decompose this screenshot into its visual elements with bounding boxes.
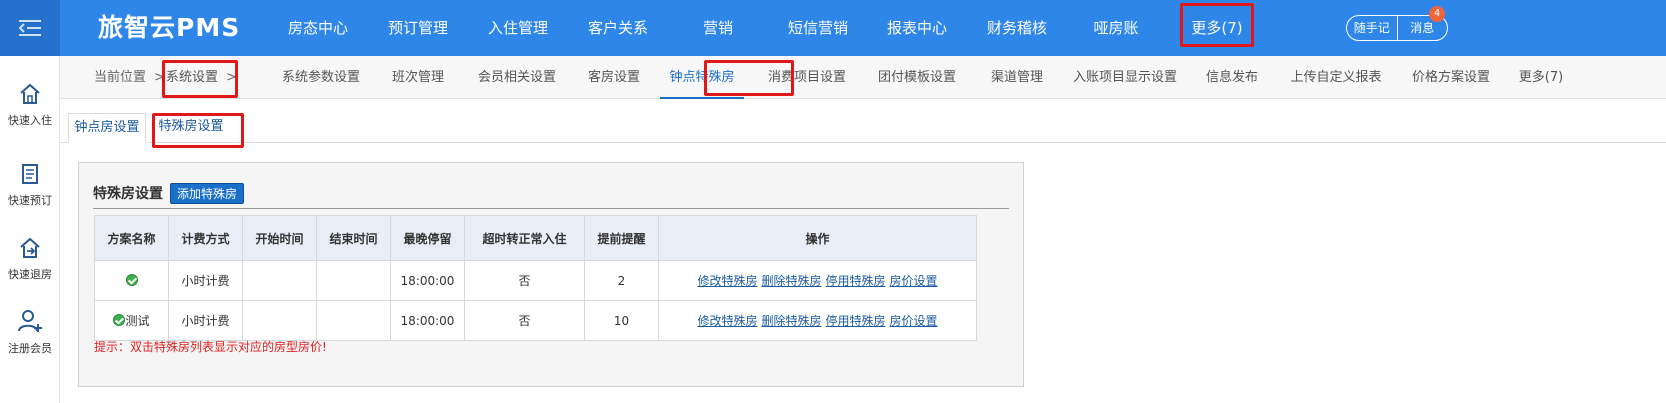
column-header: 结束时间 xyxy=(316,215,391,261)
room-price-settings-link[interactable]: 房价设置 xyxy=(890,274,938,288)
edit-special-room-link[interactable]: 修改特殊房 xyxy=(697,274,757,288)
document-icon xyxy=(22,164,38,184)
quick-sidebar: 快速入住 快速预订 快速退房 注册会员 xyxy=(0,56,60,403)
sidebar-item-quick-checkin[interactable]: 快速入住 xyxy=(0,82,60,152)
inner-tab-strip: 钟点房设置 特殊房设置 xyxy=(60,99,1666,143)
nav-marketing[interactable]: 营销 xyxy=(700,0,736,56)
cell-name-text: 测试 xyxy=(125,314,150,328)
nav-reports[interactable]: 报表中心 xyxy=(886,0,948,56)
add-special-room-button[interactable]: 添加特殊房 xyxy=(170,183,245,204)
notes-button[interactable]: 随手记 xyxy=(1347,16,1397,40)
home-icon xyxy=(20,83,40,104)
column-header: 方案名称 xyxy=(94,215,169,261)
tab-info-publish[interactable]: 信息发布 xyxy=(1206,56,1258,99)
cell-overtime: 否 xyxy=(464,260,585,301)
enabled-check-icon xyxy=(125,273,138,286)
enabled-check-icon xyxy=(113,314,126,326)
tab-system-params[interactable]: 系统参数设置 xyxy=(282,56,360,99)
column-header: 操作 xyxy=(658,215,977,261)
app-brand: 旅智云PMS xyxy=(98,13,241,42)
tab-special-room-settings[interactable]: 特殊房设置 xyxy=(152,113,230,143)
table-row[interactable]: 小时计费 18:00:00 否 2 修改特殊房 删除特殊房 停用特殊房 房价设置 xyxy=(94,260,977,301)
column-header: 超时转正常入住 xyxy=(464,215,585,261)
nav-dummy-account[interactable]: 哑房账 xyxy=(1092,0,1140,56)
disable-special-room-link[interactable]: 停用特殊房 xyxy=(826,274,886,288)
checkout-icon xyxy=(20,237,40,258)
nav-reservation[interactable]: 预订管理 xyxy=(388,0,448,56)
message-count-badge: 4 xyxy=(1429,6,1445,22)
room-price-settings-link[interactable]: 房价设置 xyxy=(890,314,938,328)
tab-consumption-items[interactable]: 消费项目设置 xyxy=(768,56,846,99)
edit-special-room-link[interactable]: 修改特殊房 xyxy=(697,314,757,328)
column-header: 开始时间 xyxy=(242,215,317,261)
sidebar-item-register-member[interactable]: 注册会员 xyxy=(0,308,60,378)
cell-latest: 18:00:00 xyxy=(390,260,465,301)
sub-nav-bar: 当前位置 > 系统设置 > 系统参数设置 班次管理 会员相关设置 客房设置 钟点… xyxy=(60,56,1666,99)
tab-shift-management[interactable]: 班次管理 xyxy=(392,56,444,99)
sidebar-item-quick-checkout[interactable]: 快速退房 xyxy=(0,236,60,306)
top-bar: 旅智云PMS 房态中心 预订管理 入住管理 客户关系 营销 短信营销 报表中心 … xyxy=(0,0,1666,56)
cell-billing: 小时计费 xyxy=(168,300,243,341)
cell-start xyxy=(242,300,317,341)
column-header: 提前提醒 xyxy=(584,215,659,261)
cell-actions: 修改特殊房 删除特殊房 停用特殊房 房价设置 xyxy=(658,260,977,301)
table-row[interactable]: 测试 小时计费 18:00:00 否 10 修改特殊房 删除特殊房 停用特殊房 房价设… xyxy=(94,300,977,341)
tab-upload-custom-report[interactable]: 上传自定义报表 xyxy=(1290,56,1382,99)
tab-group-pay-template[interactable]: 团付模板设置 xyxy=(878,56,956,99)
breadcrumb-prefix: 当前位置 xyxy=(94,70,147,85)
menu-collapse-icon xyxy=(19,20,41,36)
tab-price-plan[interactable]: 价格方案设置 xyxy=(1412,56,1490,99)
delete-special-room-link[interactable]: 删除特殊房 xyxy=(761,274,821,288)
cell-name: 测试 xyxy=(94,300,169,341)
cell-remind: 10 xyxy=(584,300,659,341)
table-header-row: 方案名称 计费方式 开始时间 结束时间 最晚停留 超时转正常入住 提前提醒 操作 xyxy=(94,215,977,261)
cell-billing: 小时计费 xyxy=(168,260,243,301)
panel-title: 特殊房设置 xyxy=(93,186,163,202)
sidebar-item-quick-booking[interactable]: 快速预订 xyxy=(0,162,60,232)
add-user-icon xyxy=(18,310,42,332)
disable-special-room-link[interactable]: 停用特殊房 xyxy=(826,314,886,328)
tab-hourly-room-settings[interactable]: 钟点房设置 xyxy=(68,113,146,143)
panel-divider xyxy=(93,208,1009,209)
sidebar-item-label: 注册会员 xyxy=(8,342,52,355)
delete-special-room-link[interactable]: 删除特殊房 xyxy=(761,314,821,328)
breadcrumb-separator: > xyxy=(154,70,165,85)
cell-end xyxy=(316,300,391,341)
cell-overtime: 否 xyxy=(464,300,585,341)
sidebar-item-label: 快速预订 xyxy=(8,194,52,207)
breadcrumb-current[interactable]: 系统设置 xyxy=(166,56,218,99)
nav-room-status[interactable]: 房态中心 xyxy=(288,0,348,56)
nav-sms-marketing[interactable]: 短信营销 xyxy=(786,0,850,56)
cell-remind: 2 xyxy=(584,260,659,301)
column-header: 计费方式 xyxy=(168,215,243,261)
breadcrumb-separator: > xyxy=(226,70,237,85)
sidebar-item-label: 快速退房 xyxy=(8,268,52,281)
hint-text: 提示：双击特殊房列表显示对应的房型房价! xyxy=(94,340,327,354)
sidebar-item-label: 快速入住 xyxy=(8,114,52,127)
tab-more[interactable]: 更多(7) xyxy=(1518,56,1564,99)
cell-actions: 修改特殊房 删除特殊房 停用特殊房 房价设置 xyxy=(658,300,977,341)
cell-name xyxy=(94,260,169,301)
menu-toggle-button[interactable] xyxy=(0,0,60,56)
cell-end xyxy=(316,260,391,301)
nav-checkin[interactable]: 入住管理 xyxy=(488,0,548,56)
special-room-panel: 特殊房设置 添加特殊房 方案名称 计费方式 开始时间 结束时间 最晚停留 超时转… xyxy=(78,162,1024,387)
cell-start xyxy=(242,260,317,301)
cell-latest: 18:00:00 xyxy=(390,300,465,341)
tab-room-settings[interactable]: 客房设置 xyxy=(588,56,640,99)
special-room-table: 方案名称 计费方式 开始时间 结束时间 最晚停留 超时转正常入住 提前提醒 操作… xyxy=(94,215,977,341)
tab-posting-display[interactable]: 入账项目显示设置 xyxy=(1072,56,1178,99)
nav-crm[interactable]: 客户关系 xyxy=(588,0,648,56)
tab-hourly-special-room[interactable]: 钟点特殊房 xyxy=(660,56,744,99)
tab-channel-management[interactable]: 渠道管理 xyxy=(990,56,1044,99)
column-header: 最晚停留 xyxy=(390,215,465,261)
nav-more[interactable]: 更多(7) xyxy=(1188,0,1246,56)
nav-finance-audit[interactable]: 财务稽核 xyxy=(986,0,1048,56)
tab-member-settings[interactable]: 会员相关设置 xyxy=(478,56,556,99)
